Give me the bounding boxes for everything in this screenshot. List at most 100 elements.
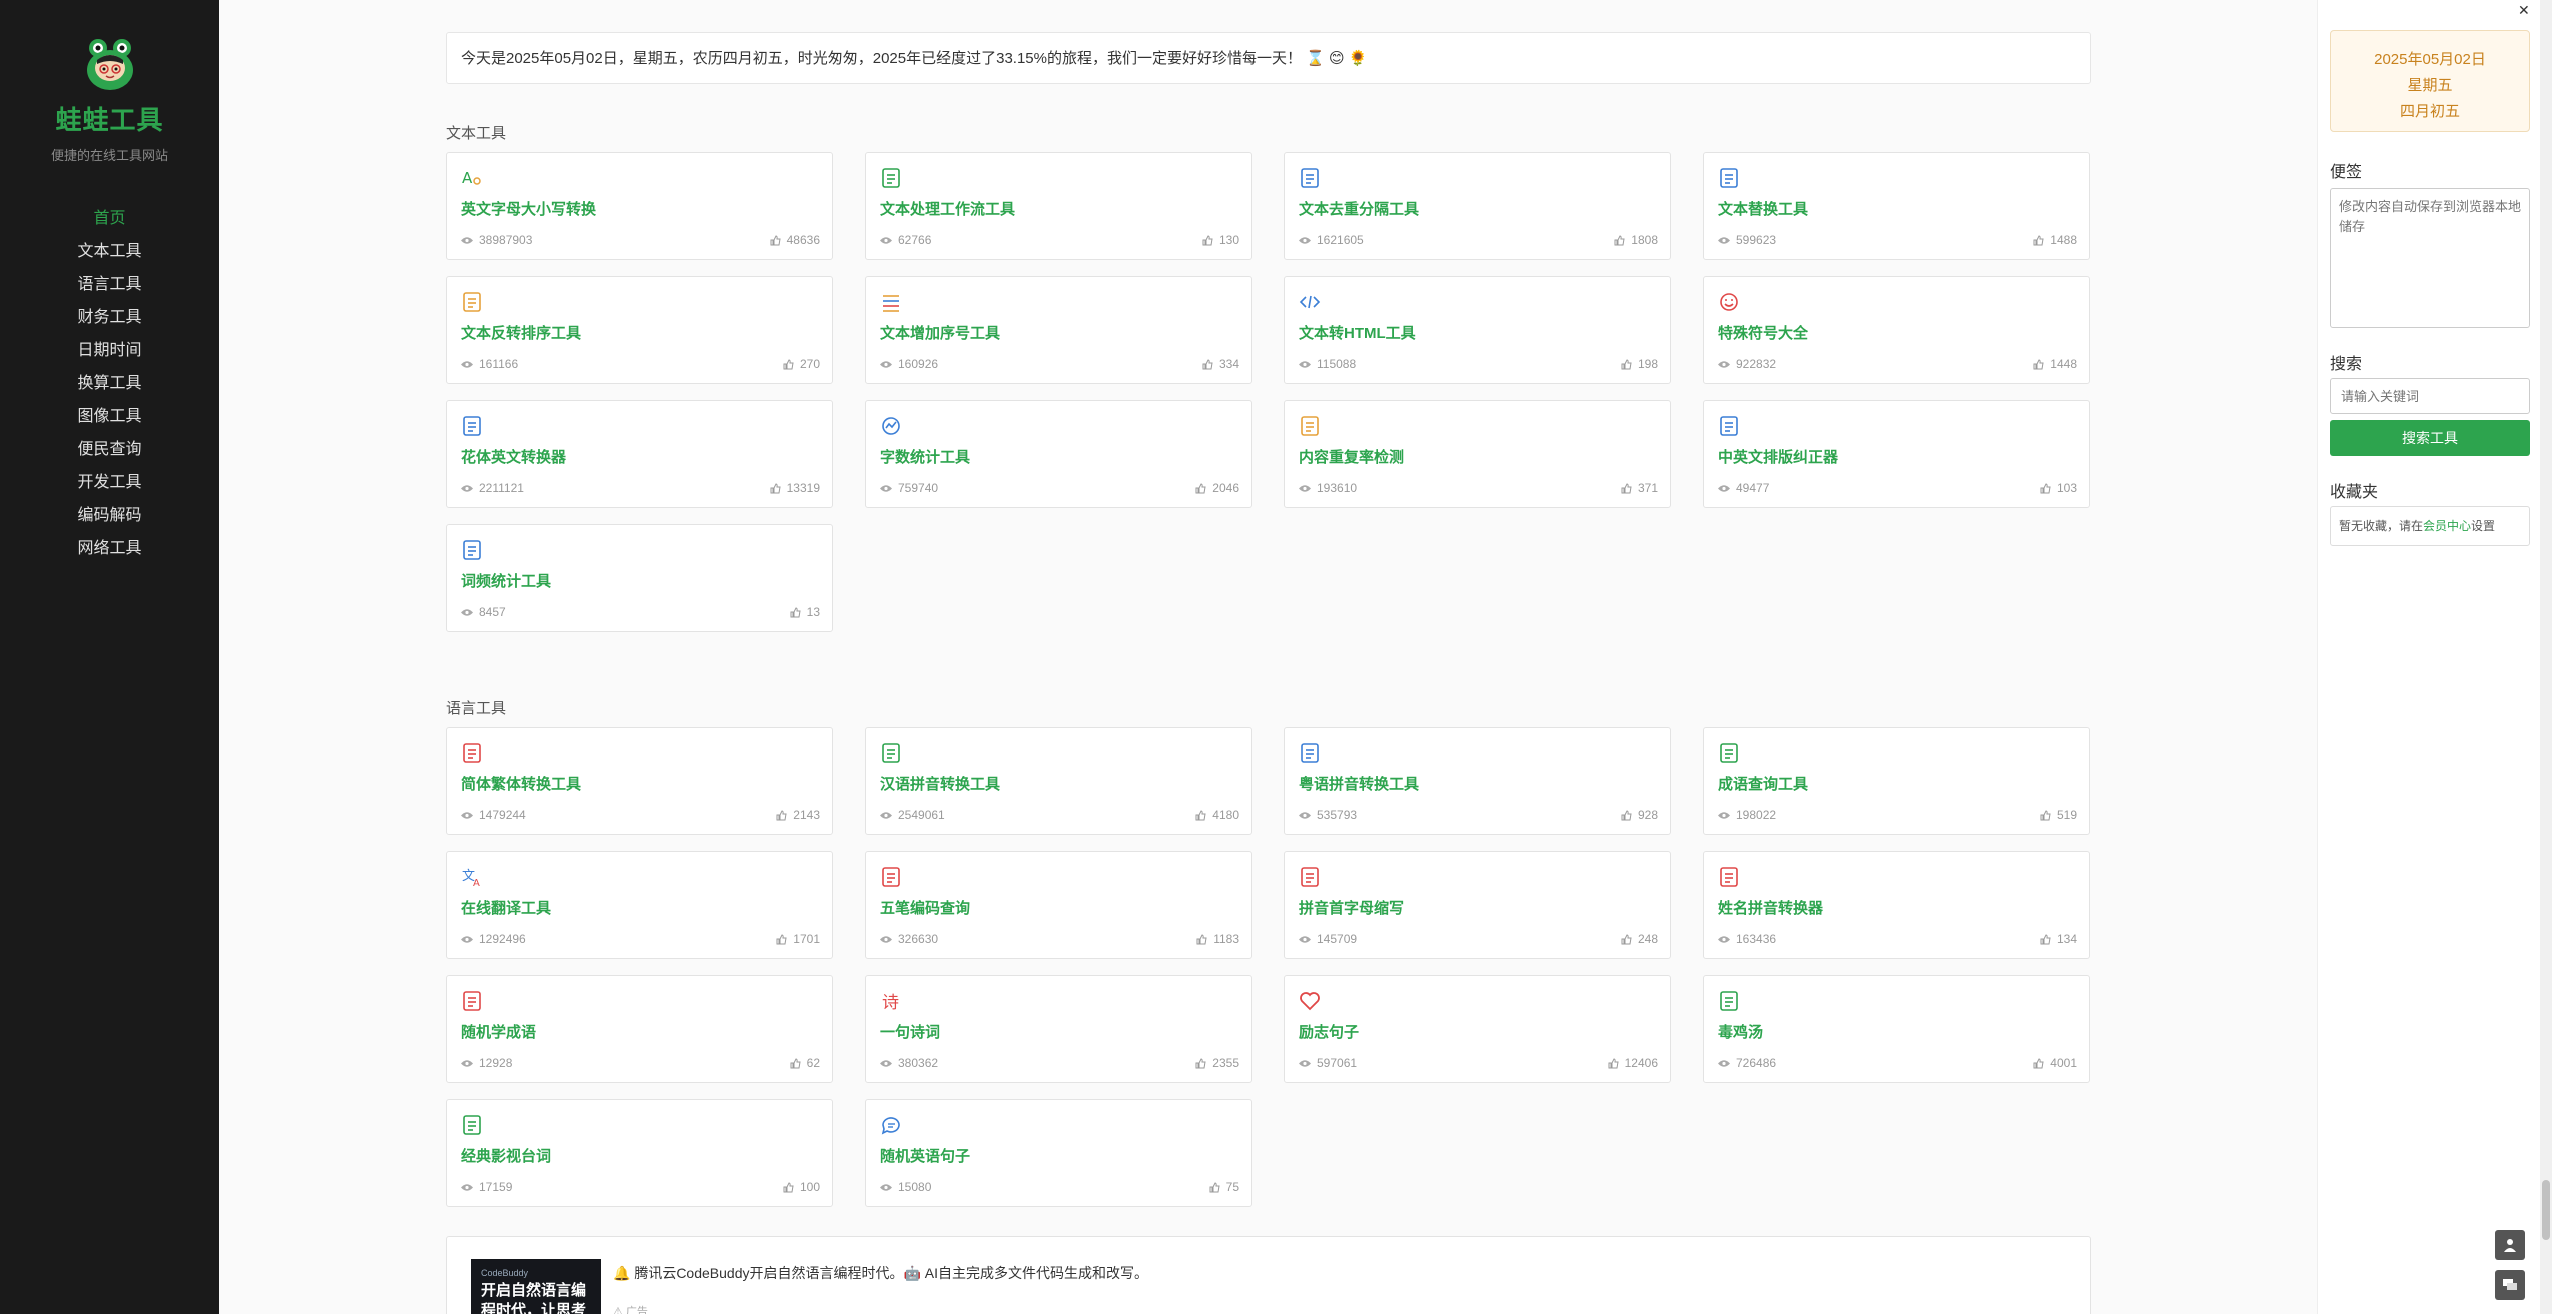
nav-item-image-tools[interactable]: 图像工具: [0, 400, 219, 433]
nav-item-network-tools[interactable]: 网络工具: [0, 532, 219, 565]
user-float-button[interactable]: [2495, 1230, 2525, 1260]
tool-card[interactable]: 文本反转排序工具 161166 270: [446, 276, 833, 384]
nav-item-language-tools[interactable]: 语言工具: [0, 268, 219, 301]
page-scrollbar[interactable]: [2540, 0, 2552, 1314]
ad-image[interactable]: CodeBuddy 开启自然语言编程时代，让思考落地: [471, 1259, 601, 1314]
tool-card[interactable]: 汉语拼音转换工具 2549061 4180: [865, 727, 1252, 835]
tool-card[interactable]: 字数统计工具 759740 2046: [865, 400, 1252, 508]
tool-card-likes[interactable]: 1183: [1196, 932, 1239, 946]
tool-card[interactable]: 随机英语句子 15080 75: [865, 1099, 1252, 1207]
tool-card-likes[interactable]: 2355: [1195, 1056, 1239, 1070]
nav-item-lookup[interactable]: 便民查询: [0, 433, 219, 466]
tool-card[interactable]: 简体繁体转换工具 1479244 2143: [446, 727, 833, 835]
tool-card[interactable]: 花体英文转换器 2211121 13319: [446, 400, 833, 508]
tool-card-title[interactable]: 五笔编码查询: [880, 897, 970, 918]
site-brand[interactable]: 蛙蛙工具: [0, 100, 219, 137]
tool-card-likes[interactable]: 100: [783, 1180, 820, 1194]
search-button[interactable]: 搜索工具: [2330, 420, 2530, 456]
tool-card-title[interactable]: 花体英文转换器: [461, 446, 566, 467]
tool-card-title[interactable]: 文本处理工作流工具: [880, 198, 1015, 219]
tool-card-likes[interactable]: 248: [1621, 932, 1658, 946]
tool-card-title[interactable]: 经典影视台词: [461, 1145, 551, 1166]
memo-textarea[interactable]: [2330, 188, 2530, 328]
tool-card[interactable]: 五笔编码查询 326630 1183: [865, 851, 1252, 959]
ad-text[interactable]: 🔔 腾讯云CodeBuddy开启自然语言编程时代。🤖 AI自主完成多文件代码生成…: [613, 1263, 1148, 1283]
nav-item-conversion-tools[interactable]: 换算工具: [0, 367, 219, 400]
tool-card-title[interactable]: 励志句子: [1299, 1021, 1359, 1042]
nav-item-text-tools[interactable]: 文本工具: [0, 235, 219, 268]
frog-logo[interactable]: [0, 38, 219, 92]
close-icon[interactable]: ✕: [2518, 2, 2530, 19]
tool-card-likes[interactable]: 103: [2040, 481, 2077, 495]
tool-card[interactable]: 文本转HTML工具 115088 198: [1284, 276, 1671, 384]
tool-card-title[interactable]: 字数统计工具: [880, 446, 970, 467]
tool-card[interactable]: 姓名拼音转换器 163436 134: [1703, 851, 2090, 959]
tool-card[interactable]: 文本处理工作流工具 62766 130: [865, 152, 1252, 260]
tool-card-likes[interactable]: 4001: [2033, 1056, 2077, 1070]
tool-card-likes[interactable]: 2046: [1195, 481, 1239, 495]
tool-card[interactable]: 励志句子 597061 12406: [1284, 975, 1671, 1083]
feedback-float-button[interactable]: [2495, 1270, 2525, 1300]
tool-card[interactable]: 文 A 在线翻译工具 1292496 1701: [446, 851, 833, 959]
tool-card-title[interactable]: 毒鸡汤: [1718, 1021, 1763, 1042]
tool-card-likes[interactable]: 1488: [2033, 233, 2077, 247]
tool-card-title[interactable]: 文本去重分隔工具: [1299, 198, 1419, 219]
tool-card-likes[interactable]: 371: [1621, 481, 1658, 495]
tool-card-title[interactable]: 拼音首字母缩写: [1299, 897, 1404, 918]
search-input[interactable]: [2330, 378, 2530, 414]
tool-card-title[interactable]: 成语查询工具: [1718, 773, 1808, 794]
tool-card-title[interactable]: 词频统计工具: [461, 570, 551, 591]
ad-banner[interactable]: CodeBuddy 开启自然语言编程时代，让思考落地 🔔 腾讯云CodeBudd…: [446, 1236, 2091, 1314]
tool-card-title[interactable]: 英文字母大小写转换: [461, 198, 596, 219]
tool-card[interactable]: 文本替换工具 599623 1488: [1703, 152, 2090, 260]
nav-item-encode-decode[interactable]: 编码解码: [0, 499, 219, 532]
tool-card-likes[interactable]: 1701: [776, 932, 820, 946]
tool-card-title[interactable]: 汉语拼音转换工具: [880, 773, 1000, 794]
scrollbar-thumb[interactable]: [2542, 1180, 2550, 1240]
tool-card[interactable]: 中英文排版纠正器 49477 103: [1703, 400, 2090, 508]
tool-card-likes[interactable]: 2143: [776, 808, 820, 822]
tool-card-title[interactable]: 特殊符号大全: [1718, 322, 1808, 343]
tool-card-title[interactable]: 文本替换工具: [1718, 198, 1808, 219]
tool-card-title[interactable]: 一句诗词: [880, 1021, 940, 1042]
tool-card[interactable]: 词频统计工具 8457 13: [446, 524, 833, 632]
tool-card-title[interactable]: 简体繁体转换工具: [461, 773, 581, 794]
tool-card[interactable]: 诗一句诗词 380362 2355: [865, 975, 1252, 1083]
nav-item-home[interactable]: 首页: [0, 202, 219, 235]
tool-card-title[interactable]: 中英文排版纠正器: [1718, 446, 1838, 467]
tool-card[interactable]: A 英文字母大小写转换 38987903 48636: [446, 152, 833, 260]
tool-card-likes[interactable]: 4180: [1195, 808, 1239, 822]
tool-card[interactable]: 毒鸡汤 726486 4001: [1703, 975, 2090, 1083]
tool-card-likes[interactable]: 928: [1621, 808, 1658, 822]
tool-card-title[interactable]: 文本增加序号工具: [880, 322, 1000, 343]
tool-card-title[interactable]: 姓名拼音转换器: [1718, 897, 1823, 918]
tool-card-likes[interactable]: 130: [1202, 233, 1239, 247]
nav-item-finance-tools[interactable]: 财务工具: [0, 301, 219, 334]
tool-card-title[interactable]: 文本转HTML工具: [1299, 322, 1416, 343]
tool-card[interactable]: 粤语拼音转换工具 535793 928: [1284, 727, 1671, 835]
tool-card[interactable]: 内容重复率检测 193610 371: [1284, 400, 1671, 508]
tool-card-likes[interactable]: 12406: [1608, 1056, 1658, 1070]
tool-card[interactable]: 成语查询工具 198022 519: [1703, 727, 2090, 835]
tool-card-likes[interactable]: 75: [1209, 1180, 1239, 1194]
nav-item-dev-tools[interactable]: 开发工具: [0, 466, 219, 499]
tool-card-title[interactable]: 随机英语句子: [880, 1145, 970, 1166]
tool-card-likes[interactable]: 1448: [2033, 357, 2077, 371]
tool-card[interactable]: 文本去重分隔工具 1621605 1808: [1284, 152, 1671, 260]
tool-card-likes[interactable]: 62: [790, 1056, 820, 1070]
tool-card-title[interactable]: 粤语拼音转换工具: [1299, 773, 1419, 794]
tool-card[interactable]: 经典影视台词 17159 100: [446, 1099, 833, 1207]
tool-card-likes[interactable]: 270: [783, 357, 820, 371]
tool-card[interactable]: 随机学成语 12928 62: [446, 975, 833, 1083]
tool-card[interactable]: 文本增加序号工具 160926 334: [865, 276, 1252, 384]
tool-card[interactable]: 拼音首字母缩写 145709 248: [1284, 851, 1671, 959]
tool-card-likes[interactable]: 134: [2040, 932, 2077, 946]
tool-card-likes[interactable]: 1808: [1614, 233, 1658, 247]
tool-card-likes[interactable]: 13: [790, 605, 820, 619]
tool-card-likes[interactable]: 519: [2040, 808, 2077, 822]
tool-card-title[interactable]: 内容重复率检测: [1299, 446, 1404, 467]
nav-item-datetime[interactable]: 日期时间: [0, 334, 219, 367]
tool-card[interactable]: 特殊符号大全 922832 1448: [1703, 276, 2090, 384]
tool-card-likes[interactable]: 48636: [770, 233, 820, 247]
tool-card-title[interactable]: 在线翻译工具: [461, 897, 551, 918]
